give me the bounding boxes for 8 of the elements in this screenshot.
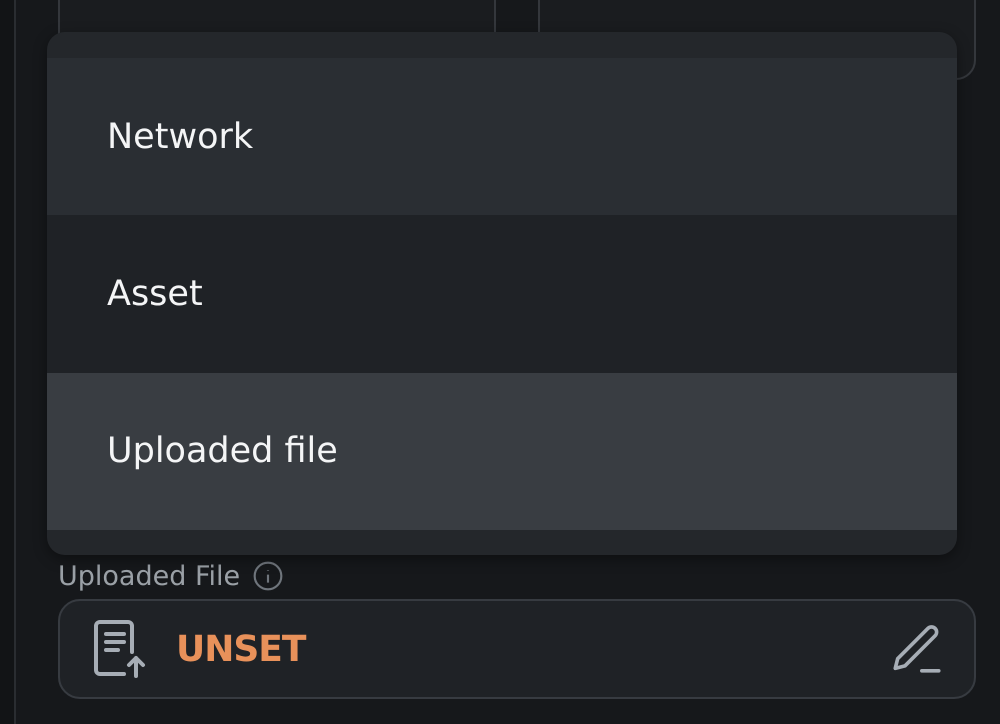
file-upload-icon	[92, 618, 148, 680]
menu-item[interactable]: Asset	[47, 215, 957, 373]
info-icon[interactable]	[252, 560, 284, 592]
menu-item[interactable]: Uploaded file	[47, 372, 957, 530]
field-label: Uploaded File	[58, 560, 240, 592]
file-field[interactable]: UNSET	[58, 599, 976, 699]
file-value: UNSET	[176, 628, 308, 670]
menu-item[interactable]: Network	[47, 58, 957, 216]
